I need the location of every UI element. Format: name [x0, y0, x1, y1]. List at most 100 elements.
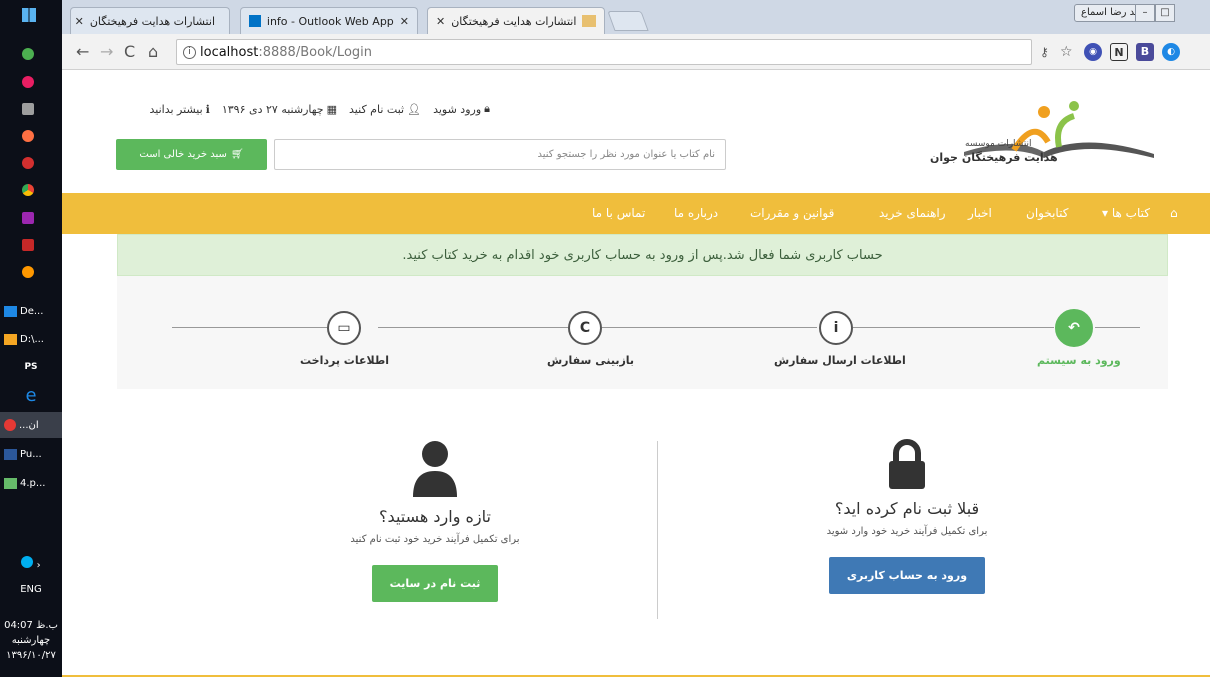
- firefox-icon[interactable]: [0, 125, 62, 147]
- chrome-icon: [4, 419, 16, 431]
- cart-button[interactable]: 🛒︎ سبد خرید خالی است: [116, 139, 267, 170]
- main-nav: ⌂ کتاب ها ▾ کتابخوان اخبار راهنمای خرید …: [62, 193, 1210, 234]
- nav-item-about[interactable]: درباره ما: [674, 193, 718, 234]
- clock-date: ۱۳۹۶/۱۰/۲۷: [6, 650, 56, 661]
- forward-icon[interactable]: →: [100, 42, 113, 62]
- date-display: ▦ چهارشنبه ۲۷ دی ۱۳۹۶: [221, 102, 338, 116]
- info-icon[interactable]: i: [183, 45, 196, 59]
- camera-app-icon[interactable]: [0, 98, 62, 120]
- taskbar-app-2[interactable]: D:\...: [0, 326, 62, 352]
- info-icon: ℹ: [205, 102, 210, 116]
- tab-3-active[interactable]: انتشارات هدایت فرهیختگان ✕: [427, 7, 605, 34]
- existing-user-text: برای تکمیل فرآیند خرید خود وارد شوید: [826, 526, 988, 537]
- tab-2[interactable]: ✕ info - Outlook Web App: [240, 7, 418, 34]
- visual-studio-icon[interactable]: [0, 207, 62, 229]
- pink-app-icon[interactable]: [0, 71, 62, 93]
- tab-1[interactable]: انتشارات هدایت فرهیختگان ✕: [70, 7, 230, 34]
- taskbar-app-word[interactable]: Pu...: [0, 441, 62, 467]
- close-tab-icon[interactable]: ✕: [436, 15, 445, 28]
- step-connector: [602, 327, 817, 328]
- folder-icon: [4, 333, 17, 345]
- home-icon[interactable]: ⌂: [1170, 193, 1178, 234]
- register-link[interactable]: 👤︎ ثبت نام کنید: [349, 102, 421, 116]
- browser-toolbar: ← → C ⌂ i localhost:8888/Book/Login ⚷ ☆ …: [62, 34, 1210, 70]
- undo-arrow-icon: ↶: [1055, 309, 1093, 347]
- site-favicon: [582, 15, 596, 27]
- p-app-icon[interactable]: [0, 152, 62, 174]
- outlook-favicon: [249, 15, 261, 27]
- bookmark-star-icon[interactable]: ☆: [1060, 42, 1073, 62]
- address-bar[interactable]: i localhost:8888/Book/Login: [176, 39, 1032, 65]
- new-tab-button[interactable]: [607, 11, 649, 31]
- nav-item-guide[interactable]: راهنمای خرید: [879, 193, 946, 234]
- step-connector: [172, 327, 327, 328]
- checkout-steps: ↶ ورود به سیستم i اطلاعات ارسال سفارش C …: [117, 276, 1168, 389]
- nav-item-books[interactable]: کتاب ها ▾: [1102, 193, 1150, 234]
- close-tab-icon[interactable]: ✕: [400, 15, 409, 28]
- refresh-icon: C: [568, 311, 602, 345]
- restore-icon[interactable]: □: [1155, 4, 1175, 22]
- taskbar-app-edge[interactable]: e: [0, 382, 62, 408]
- new-user-title: تازه وارد هستید؟: [379, 507, 491, 526]
- search-input[interactable]: نام کتاب یا عنوان مورد نظر را جستجو کنید: [274, 139, 726, 170]
- extension-b-icon[interactable]: B: [1136, 43, 1154, 61]
- info-icon: i: [819, 311, 853, 345]
- key-icon[interactable]: ⚷: [1040, 42, 1049, 62]
- green-app-icon[interactable]: [0, 43, 62, 65]
- chrome-icon[interactable]: [0, 179, 62, 201]
- photo-icon: [4, 477, 17, 489]
- step-label-shipping: اطلاعات ارسال سفارش: [774, 354, 906, 367]
- step-label-payment: اطلاعات پرداخت: [300, 354, 389, 367]
- extension-icon[interactable]: ◉: [1084, 43, 1102, 61]
- web-page: انتشارات موسسه هدایت فرهیختگان جوان 🔒︎ ور…: [62, 70, 1210, 677]
- browser-tabstrip: انتشارات هدایت فرهیختگان ✕ ✕ info - Outl…: [62, 0, 1210, 34]
- existing-user-panel: قبلا ثبت نام کرده اید؟ برای تکمیل فرآیند…: [757, 439, 1057, 594]
- back-icon[interactable]: ←: [76, 42, 89, 62]
- start-icon[interactable]: [0, 4, 62, 26]
- vertical-divider: [657, 441, 658, 619]
- taskbar-app-1[interactable]: De...: [0, 298, 62, 324]
- user-icon: 👤︎: [407, 102, 422, 116]
- orange-app-icon[interactable]: [0, 261, 62, 283]
- cart-icon: 🛒︎: [230, 149, 244, 160]
- lock-icon: [889, 439, 925, 489]
- taskbar-app-chrome[interactable]: ...ان: [0, 412, 62, 438]
- taskbar-app-photo[interactable]: 4.p...: [0, 470, 62, 496]
- nav-item-news[interactable]: اخبار: [968, 193, 992, 234]
- step-connector: [1095, 327, 1140, 328]
- window-icon: [4, 305, 17, 317]
- skype-tray-icon[interactable]: ›: [0, 556, 62, 571]
- extension-n-icon[interactable]: N: [1110, 43, 1128, 61]
- existing-user-title: قبلا ثبت نام کرده اید؟: [834, 499, 980, 518]
- language-indicator[interactable]: ENG: [0, 584, 62, 595]
- more-info-link[interactable]: ℹ بیشتر بدانید: [150, 102, 210, 116]
- nav-item-contact[interactable]: تماس با ما: [592, 193, 645, 234]
- reload-icon[interactable]: C: [124, 42, 135, 62]
- caret-down-icon: ▾: [1102, 206, 1109, 220]
- logo-subtitle: انتشارات موسسه: [965, 139, 1032, 149]
- new-user-panel: تازه وارد هستید؟ برای تکمیل فرآیند خرید …: [285, 439, 585, 602]
- step-label-login: ورود به سیستم: [1037, 354, 1121, 367]
- nav-item-reader[interactable]: کتابخوان: [1026, 193, 1068, 234]
- login-button[interactable]: ورود به حساب کاربری: [828, 557, 986, 594]
- logo-title: هدایت فرهیختگان جوان: [930, 151, 1058, 164]
- register-button[interactable]: ثبت نام در سایت: [371, 565, 499, 602]
- step-label-review: بازبینی سفارش: [547, 354, 635, 367]
- close-tab-icon[interactable]: ✕: [75, 15, 84, 28]
- new-user-text: برای تکمیل فرآیند خرید خود ثبت نام کنید: [350, 534, 520, 545]
- word-icon: [4, 448, 17, 460]
- home-icon[interactable]: ⌂: [148, 42, 158, 62]
- success-alert: حساب کاربری شما فعال شد.پس از ورود به حس…: [117, 234, 1168, 276]
- clock-time[interactable]: 04:07 ب.ظ: [0, 620, 62, 631]
- top-links: 🔒︎ ورود شوید 👤︎ ثبت نام کنید ▦ چهارشنبه ۲۷ …: [150, 102, 490, 116]
- login-link[interactable]: 🔒︎ ورود شوید: [433, 102, 490, 116]
- windows-taskbar: De... D:\... PS e ...ان Pu... 4.p... › E…: [0, 0, 62, 677]
- lock-icon: 🔒︎: [484, 102, 490, 115]
- minimize-icon[interactable]: –: [1135, 4, 1155, 22]
- taskbar-app-powershell[interactable]: PS: [0, 354, 62, 380]
- clock-day: چهارشنبه: [11, 635, 51, 646]
- nav-item-rules[interactable]: قوانین و مقررات: [750, 193, 834, 234]
- extension-globe-icon[interactable]: ◐: [1162, 43, 1180, 61]
- filezilla-icon[interactable]: [0, 234, 62, 256]
- calendar-icon: ▦: [326, 102, 338, 116]
